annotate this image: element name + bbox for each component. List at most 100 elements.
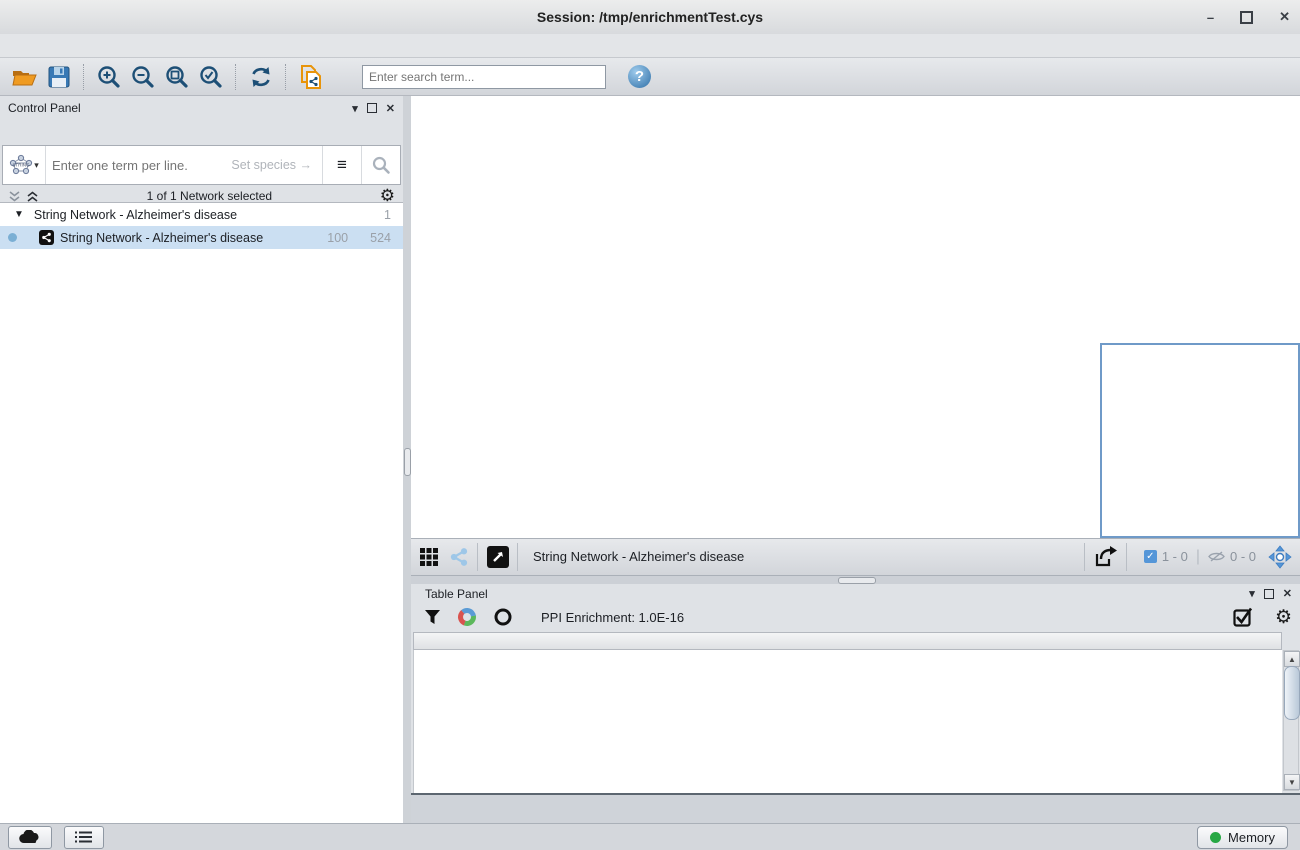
network-canvas[interactable] xyxy=(411,96,1300,538)
string-options-button[interactable]: ≡ xyxy=(322,146,361,184)
selection-status-text: 1 of 1 Network selected xyxy=(39,189,380,203)
application-window: Session: /tmp/enrichmentTest.cys – ✕ xyxy=(0,0,1300,850)
detach-view-button[interactable] xyxy=(487,546,509,568)
string-search-button[interactable] xyxy=(361,146,400,184)
panel-splitter-horizontal[interactable] xyxy=(411,576,1300,584)
string-search-bar: STRING ▾ Set species → ≡ xyxy=(2,145,401,185)
refresh-button[interactable] xyxy=(245,62,277,92)
panel-menu-icon[interactable]: ▾ xyxy=(1249,587,1255,600)
grid-view-icon[interactable] xyxy=(419,547,439,567)
species-hint[interactable]: Set species → xyxy=(231,158,322,172)
list-icon xyxy=(75,830,93,844)
open-folder-icon xyxy=(12,66,38,88)
collection-label: String Network - Alzheimer's disease xyxy=(34,208,237,222)
menu-bar xyxy=(0,34,1300,58)
refresh-icon xyxy=(249,66,273,88)
hidden-count: 0 - 0 xyxy=(1230,549,1256,564)
eye-slash-icon[interactable] xyxy=(1208,550,1225,563)
import-network-button[interactable] xyxy=(295,62,327,92)
question-mark-icon: ? xyxy=(635,68,644,85)
memory-status-dot xyxy=(1210,832,1221,843)
zoom-selected-icon xyxy=(198,64,224,90)
zoom-fit-icon xyxy=(164,64,190,90)
search-icon xyxy=(371,155,391,175)
chart-settings-icon[interactable] xyxy=(457,607,477,627)
help-button[interactable]: ? xyxy=(628,65,651,88)
splitter-handle[interactable] xyxy=(404,448,411,476)
selected-count: 1 - 0 xyxy=(1162,549,1188,564)
current-network-dot xyxy=(8,233,17,242)
cloud-icon xyxy=(19,830,41,844)
zoom-fit-button[interactable] xyxy=(161,62,193,92)
pan-navigation-icon[interactable] xyxy=(1268,545,1292,569)
string-term-input[interactable] xyxy=(46,158,231,173)
selected-count-badge: ✓ 1 - 0 xyxy=(1144,549,1188,564)
memory-button[interactable]: Memory xyxy=(1197,826,1288,849)
string-protein-query-selector[interactable]: STRING ▾ xyxy=(3,146,46,184)
task-history-button[interactable] xyxy=(64,826,104,849)
minimize-button[interactable]: – xyxy=(1207,10,1214,25)
control-panel: Control Panel ▾ ✕ xyxy=(0,96,404,823)
export-network-icon[interactable] xyxy=(1094,546,1118,568)
birds-eye-view[interactable] xyxy=(1100,343,1300,538)
select-genes-checkbox-icon[interactable] xyxy=(1233,607,1253,627)
zoom-out-icon xyxy=(130,64,156,90)
table-panel: Table Panel ▾ ✕ PPI xyxy=(411,584,1300,793)
hidden-count-badge: 0 - 0 xyxy=(1208,549,1256,564)
share-view-icon[interactable] xyxy=(449,547,469,567)
network-label: String Network - Alzheimer's disease xyxy=(60,231,263,245)
zoom-selected-button[interactable] xyxy=(195,62,227,92)
cloud-tasks-button[interactable] xyxy=(8,826,52,849)
checkbox-icon[interactable]: ✓ xyxy=(1144,550,1157,563)
table-vertical-scrollbar[interactable]: ▲ ▼ xyxy=(1283,650,1299,791)
arrow-up-right-icon xyxy=(492,551,504,563)
collapse-all-icon[interactable] xyxy=(8,190,21,203)
table-panel-title: Table Panel xyxy=(425,587,1249,601)
close-button[interactable]: ✕ xyxy=(1279,9,1290,25)
status-bar: Memory xyxy=(0,823,1300,850)
control-panel-tabs xyxy=(0,118,403,142)
collection-count: 1 xyxy=(384,208,391,222)
save-session-button[interactable] xyxy=(43,62,75,92)
maximize-button[interactable] xyxy=(1240,11,1253,24)
node-count: 100 xyxy=(327,231,348,245)
window-title: Session: /tmp/enrichmentTest.cys xyxy=(537,9,763,25)
birds-eye-graph xyxy=(1102,345,1298,536)
scroll-up-arrow[interactable]: ▲ xyxy=(1284,651,1300,667)
network-tree: ▼ String Network - Alzheimer's disease 1… xyxy=(0,202,403,823)
collapse-triangle-icon[interactable]: ▼ xyxy=(14,209,24,220)
table-settings-gear-icon[interactable]: ⚙ xyxy=(1275,606,1292,629)
network-view-toolbar: String Network - Alzheimer's disease ✓ 1… xyxy=(411,538,1300,577)
main-toolbar: ? xyxy=(0,58,1300,96)
title-bar: Session: /tmp/enrichmentTest.cys – ✕ xyxy=(0,0,1300,35)
documents-share-icon xyxy=(298,64,324,90)
table-body xyxy=(413,650,1282,793)
splitter-handle[interactable] xyxy=(838,577,876,584)
open-file-button[interactable] xyxy=(9,62,41,92)
panel-close-icon[interactable]: ✕ xyxy=(1283,587,1292,600)
scroll-thumb[interactable] xyxy=(1284,666,1300,720)
panel-splitter-vertical[interactable] xyxy=(403,96,411,823)
table-panel-tabs xyxy=(411,793,1300,823)
search-input[interactable] xyxy=(362,65,606,89)
zoom-in-button[interactable] xyxy=(93,62,125,92)
scroll-down-arrow[interactable]: ▼ xyxy=(1284,774,1300,790)
table-header-row xyxy=(413,632,1282,650)
network-row-selected[interactable]: String Network - Alzheimer's disease 100… xyxy=(0,226,403,249)
string-logo-icon: STRING xyxy=(9,154,33,176)
panel-float-icon[interactable] xyxy=(367,103,377,113)
expand-all-icon[interactable] xyxy=(26,190,39,203)
network-view-title: String Network - Alzheimer's disease xyxy=(533,549,1076,564)
panel-menu-icon[interactable]: ▾ xyxy=(352,102,358,115)
network-collection-row[interactable]: ▼ String Network - Alzheimer's disease 1 xyxy=(0,203,403,226)
zoom-out-button[interactable] xyxy=(127,62,159,92)
ring-chart-icon[interactable] xyxy=(493,607,513,627)
save-floppy-icon xyxy=(48,66,70,88)
svg-text:STRING: STRING xyxy=(13,163,31,168)
zoom-in-icon xyxy=(96,64,122,90)
memory-label: Memory xyxy=(1228,830,1275,845)
filter-icon[interactable] xyxy=(425,610,441,625)
control-panel-title: Control Panel xyxy=(8,101,352,115)
panel-close-icon[interactable]: ✕ xyxy=(386,102,395,115)
panel-float-icon[interactable] xyxy=(1264,589,1274,599)
